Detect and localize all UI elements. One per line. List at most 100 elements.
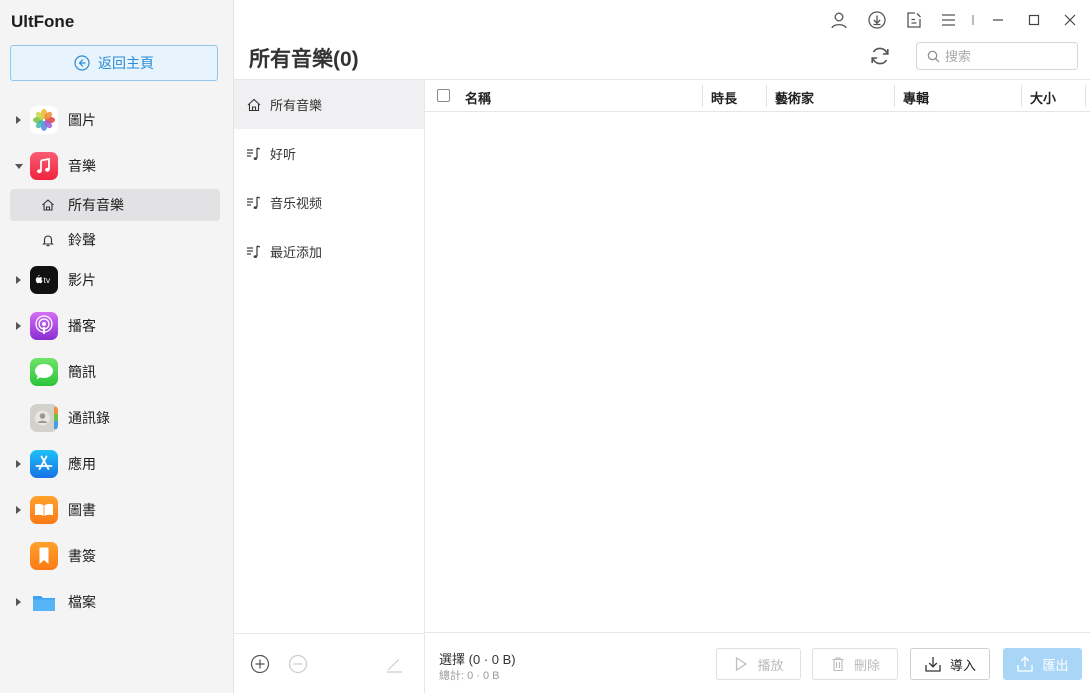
apple-tv-icon: tv <box>30 266 58 294</box>
search-icon <box>927 50 940 62</box>
sidebar-item-messages[interactable]: 簡訊 <box>0 354 234 390</box>
sidebar-item-label: 通訊錄 <box>68 410 110 426</box>
sidebar-item-videos[interactable]: tv 影片 <box>0 262 234 298</box>
playlist-label: 最近添加 <box>270 245 323 260</box>
play-button[interactable]: 播放 <box>716 648 801 680</box>
home-icon <box>42 199 54 211</box>
sidebar-item-label: 音樂 <box>68 158 96 174</box>
sidebar-item-podcasts[interactable]: 播客 <box>0 308 234 344</box>
delete-button[interactable]: 刪除 <box>812 648 898 680</box>
subitem-label: 所有音樂 <box>68 197 124 213</box>
play-icon <box>736 656 748 672</box>
svg-text:tv: tv <box>44 275 51 285</box>
subitem-label: 鈴聲 <box>68 232 96 248</box>
sidebar-item-label: 簡訊 <box>68 364 96 380</box>
delete-label: 刪除 <box>853 657 880 673</box>
download-icon[interactable] <box>867 10 887 30</box>
playlist-label: 所有音樂 <box>270 98 323 113</box>
playlist-label: 音乐视频 <box>270 196 323 211</box>
collapse-caret-icon[interactable] <box>15 163 23 169</box>
playlist-toolbar <box>234 633 424 693</box>
playlist-icon <box>247 146 261 160</box>
total-count: 總計: 0 · 0 B <box>439 670 500 682</box>
table-header: 名稱 時長 藝術家 專輯 大小 <box>425 80 1090 112</box>
music-icon <box>30 152 58 180</box>
playlist-item-all-music[interactable]: 所有音樂 <box>234 80 424 129</box>
column-header-duration[interactable]: 時長 <box>711 88 737 107</box>
select-all-checkbox[interactable] <box>437 89 450 102</box>
podcasts-icon <box>30 312 58 340</box>
playlist-item[interactable]: 音乐视频 <box>234 178 424 227</box>
messages-icon <box>30 358 58 386</box>
sidebar-item-books[interactable]: 圖書 <box>0 492 234 528</box>
playlist-icon <box>247 195 261 209</box>
playlist-item[interactable]: 最近添加 <box>234 227 424 276</box>
bell-icon <box>42 235 54 247</box>
sidebar-item-label: 書簽 <box>68 548 96 564</box>
sidebar-subitem-all-music[interactable]: 所有音樂 <box>10 189 220 221</box>
column-divider[interactable] <box>702 85 703 107</box>
trash-icon <box>832 657 844 672</box>
account-icon[interactable] <box>829 10 849 30</box>
app-brand: UltFone <box>11 12 75 31</box>
rename-playlist-icon[interactable] <box>384 654 404 674</box>
column-divider[interactable] <box>1085 85 1086 107</box>
import-label: 導入 <box>949 657 976 673</box>
sidebar-subitem-ringtones[interactable]: 鈴聲 <box>10 224 220 256</box>
sidebar-item-label: 應用 <box>68 456 96 472</box>
sidebar-item-contacts[interactable]: 通訊錄 <box>0 400 234 436</box>
menu-icon[interactable] <box>939 10 959 30</box>
column-divider[interactable] <box>894 85 895 107</box>
expand-caret-icon[interactable] <box>16 322 21 330</box>
import-icon <box>925 657 941 672</box>
bookmark-icon <box>30 542 58 570</box>
photos-icon <box>30 106 58 134</box>
back-circle-icon <box>74 55 90 71</box>
sidebar-item-label: 圖片 <box>68 112 96 128</box>
playlist-panel: 所有音樂 好听 音乐视频 最近添加 <box>234 79 425 693</box>
column-divider[interactable] <box>766 85 767 107</box>
expand-caret-icon[interactable] <box>16 598 21 606</box>
action-footer: 選擇 (0 · 0 B) 總計: 0 · 0 B 播放 刪除 導入 匯出 <box>425 632 1090 693</box>
sidebar: UltFone 返回主頁 圖片 音樂 所有音樂 鈴聲 tv 影片 播客 簡訊 通… <box>0 0 234 693</box>
sidebar-item-apps[interactable]: 應用 <box>0 446 234 482</box>
titlebar-divider <box>972 15 974 25</box>
playlist-label: 好听 <box>270 147 297 162</box>
expand-caret-icon[interactable] <box>16 276 21 284</box>
add-playlist-icon[interactable] <box>250 654 270 674</box>
contacts-icon <box>30 404 58 432</box>
column-header-artist[interactable]: 藝術家 <box>775 88 814 107</box>
playlist-item[interactable]: 好听 <box>234 129 424 178</box>
expand-caret-icon[interactable] <box>16 506 21 514</box>
sidebar-item-bookmarks[interactable]: 書簽 <box>0 538 234 574</box>
app-store-icon <box>30 450 58 478</box>
close-icon[interactable] <box>1060 10 1080 30</box>
playlist-icon <box>247 244 261 258</box>
sidebar-item-label: 影片 <box>68 272 96 288</box>
expand-caret-icon[interactable] <box>16 116 21 124</box>
search-input[interactable] <box>945 48 1065 64</box>
column-divider[interactable] <box>1021 85 1022 107</box>
sidebar-item-photos[interactable]: 圖片 <box>0 102 234 138</box>
sidebar-item-music[interactable]: 音樂 <box>0 148 234 184</box>
sidebar-item-label: 播客 <box>68 318 96 334</box>
sidebar-item-files[interactable]: 檔案 <box>0 584 234 620</box>
sidebar-item-label: 圖書 <box>68 502 96 518</box>
minimize-icon[interactable] <box>988 10 1008 30</box>
back-home-label: 返回主頁 <box>98 55 154 71</box>
maximize-icon[interactable] <box>1024 10 1044 30</box>
sidebar-item-label: 檔案 <box>68 594 96 610</box>
export-button[interactable]: 匯出 <box>1003 648 1082 680</box>
search-box[interactable] <box>916 42 1078 70</box>
import-button[interactable]: 導入 <box>910 648 990 680</box>
refresh-icon[interactable] <box>868 44 892 68</box>
column-header-album[interactable]: 專輯 <box>903 88 929 107</box>
back-home-button[interactable]: 返回主頁 <box>10 45 218 81</box>
expand-caret-icon[interactable] <box>16 460 21 468</box>
remove-playlist-icon[interactable] <box>288 654 308 674</box>
column-header-size[interactable]: 大小 <box>1030 88 1056 107</box>
column-header-name[interactable]: 名稱 <box>465 88 491 107</box>
folder-icon <box>30 588 58 616</box>
books-icon <box>30 496 58 524</box>
feedback-icon[interactable] <box>904 10 924 30</box>
